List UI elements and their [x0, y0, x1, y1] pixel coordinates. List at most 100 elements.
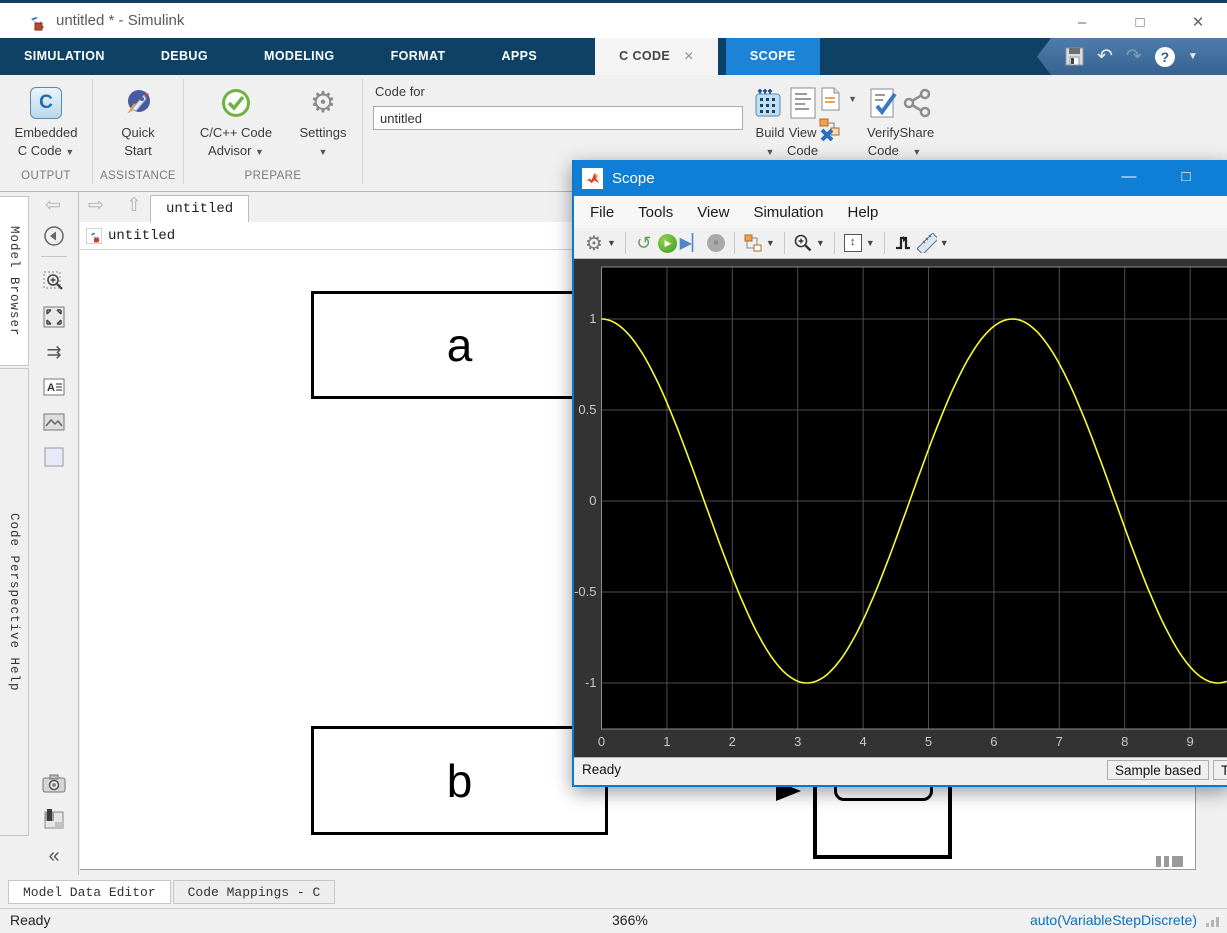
toolbar-divider	[833, 232, 835, 254]
svg-text:7: 7	[1056, 734, 1063, 749]
close-button[interactable]: ✕	[1169, 6, 1227, 39]
rail-tab-code-perspective-help[interactable]: Code Perspective Help	[0, 368, 29, 836]
maximize-button[interactable]: □	[1111, 6, 1169, 39]
code-for-group: Code for	[373, 82, 743, 130]
help-icon[interactable]: ?	[1154, 46, 1175, 67]
fit-to-view-icon[interactable]: ↕	[841, 232, 865, 254]
minimize-button[interactable]: –	[1053, 6, 1111, 39]
chevron-down-icon[interactable]: ▼	[816, 238, 825, 248]
toolbar-divider	[783, 232, 785, 254]
build-button[interactable]: Build ▼	[753, 82, 787, 161]
document-tab-untitled[interactable]: untitled	[150, 195, 250, 223]
forward-icon[interactable]: ⇨	[88, 194, 104, 217]
zoom-region-icon[interactable]	[42, 270, 66, 294]
scope-titlebar[interactable]: Scope — □	[574, 160, 1227, 196]
save-icon[interactable]	[1065, 47, 1084, 66]
gear-icon: ⚙	[310, 87, 336, 119]
settings-button[interactable]: ⚙ Settings ▼	[288, 82, 358, 161]
measurements-ruler-icon[interactable]	[915, 232, 939, 254]
chevron-down-icon[interactable]: ▼	[866, 238, 875, 248]
chevron-down-icon: ▼	[318, 147, 328, 157]
ribbon-tab-c-code[interactable]: C CODE ×	[595, 38, 718, 75]
canvas-palette: ⇉ A «	[29, 192, 79, 875]
ribbon-tab-simulation[interactable]: SIMULATION	[0, 38, 129, 75]
ribbon-tab-modeling[interactable]: MODELING	[240, 38, 359, 75]
scope-title: Scope	[612, 169, 655, 187]
view-code-button[interactable]: View Code	[787, 82, 818, 160]
zoom-in-icon[interactable]	[791, 232, 815, 254]
section-prepare: C/C++ Code Advisor ▼ ⚙ Settings ▼ PREPAR…	[184, 75, 362, 191]
section-label-output: OUTPUT	[21, 170, 71, 182]
area-icon[interactable]	[42, 445, 66, 469]
scope-menu-tools[interactable]: Tools	[638, 204, 673, 221]
chevron-down-icon[interactable]: ▼	[607, 238, 616, 248]
quick-access-toolbar: ↶ ↷ ? ▼	[1037, 38, 1227, 75]
share-button[interactable]: Share ▼	[900, 82, 934, 161]
toolbar-divider	[733, 232, 735, 254]
ribbon-tab-apps[interactable]: APPS	[478, 38, 562, 75]
scope-chart: 0 1 2 3 4 5 6 7 8 9 -1 -0.5 0 0.5 1	[574, 259, 1227, 757]
up-to-parent-icon[interactable]: ⇧	[126, 194, 142, 217]
scope-maximize-button[interactable]: □	[1161, 160, 1211, 196]
rail-tab-model-browser[interactable]: Model Browser	[0, 196, 29, 366]
route-signals-icon[interactable]: ⇉	[42, 340, 66, 364]
collapse-palette-icon[interactable]: «	[42, 844, 66, 868]
status-solver[interactable]: auto(VariableStepDiscrete)	[1030, 912, 1197, 928]
block-a[interactable]: a	[311, 291, 608, 399]
share-icon	[903, 88, 931, 118]
section-label-prepare: PREPARE	[244, 170, 302, 182]
undo-icon[interactable]: ↶	[1097, 47, 1113, 66]
code-for-input[interactable]	[373, 106, 743, 130]
qab-dropdown-icon[interactable]: ▼	[1188, 47, 1198, 66]
scope-menu-simulation[interactable]: Simulation	[753, 204, 823, 221]
block-b[interactable]: b	[311, 726, 608, 835]
chevron-down-icon[interactable]: ▼	[940, 238, 949, 248]
annotation-icon[interactable]: A	[42, 375, 66, 399]
fit-to-view-icon[interactable]	[42, 305, 66, 329]
scope-settings-gear-icon[interactable]: ⚙	[582, 232, 606, 255]
scope-menu-view[interactable]: View	[697, 204, 729, 221]
tab-code-mappings[interactable]: Code Mappings - C	[172, 879, 336, 904]
quick-start-button[interactable]: Quick Start	[95, 82, 181, 160]
svg-text:2: 2	[729, 734, 736, 749]
ribbon-tab-debug[interactable]: DEBUG	[137, 38, 232, 75]
ribbon-tab-label: DEBUG	[160, 49, 208, 63]
bottom-tab-bar: Model Data Editor Code Mappings - C	[0, 875, 1227, 908]
ribbon-tab-scope[interactable]: SCOPE	[725, 38, 820, 75]
scope-minimize-button[interactable]: —	[1104, 160, 1154, 196]
chevron-down-icon[interactable]: ▼	[766, 238, 775, 248]
ribbon-tab-format[interactable]: FORMAT	[367, 38, 470, 75]
model-browser-label: Model Browser	[7, 225, 21, 337]
svg-text:-1: -1	[585, 675, 597, 690]
canvas-resize-grip[interactable]	[1156, 856, 1183, 867]
view-code-icon	[790, 87, 816, 119]
viewmarks-icon[interactable]	[42, 807, 66, 831]
chevron-down-icon: ▼	[765, 147, 775, 157]
code-report-icon[interactable]	[818, 86, 842, 112]
scope-window[interactable]: Scope — □ File Tools View Simulation Help ⚙ …	[572, 160, 1227, 787]
code-advisor-button[interactable]: C/C++ Code Advisor ▼	[188, 82, 284, 161]
scope-plot-area[interactable]: 0 1 2 3 4 5 6 7 8 9 -1 -0.5 0 0.5 1	[574, 259, 1227, 757]
back-icon[interactable]: ⇦	[45, 194, 61, 217]
scope-status-ready: Ready	[582, 762, 622, 777]
chevron-down-icon: ▼	[65, 147, 75, 157]
redo-icon[interactable]: ↷	[1126, 47, 1142, 66]
highlight-block-icon[interactable]	[741, 232, 765, 254]
svg-text:-0.5: -0.5	[574, 584, 596, 599]
chevron-down-icon[interactable]: ▼	[848, 94, 857, 104]
camera-icon[interactable]	[42, 772, 66, 796]
image-icon[interactable]	[42, 410, 66, 434]
embedded-c-code-button[interactable]: C Embedded C Code ▼	[3, 82, 89, 161]
step-forward-icon[interactable]: ▶▏	[680, 232, 705, 254]
stop-icon[interactable]: ■	[704, 232, 728, 254]
hide-explorer-icon[interactable]	[42, 224, 66, 248]
tab-model-data-editor[interactable]: Model Data Editor	[8, 879, 171, 904]
run-icon[interactable]: ▶	[656, 232, 680, 254]
remove-highlighting-icon[interactable]	[818, 116, 844, 142]
status-ready: Ready	[10, 912, 51, 928]
scope-menu-file[interactable]: File	[590, 204, 614, 221]
close-tab-icon[interactable]: ×	[684, 38, 694, 75]
trigger-icon[interactable]	[891, 232, 915, 254]
scope-menu-help[interactable]: Help	[848, 204, 879, 221]
step-back-icon[interactable]: ↺	[632, 232, 656, 254]
